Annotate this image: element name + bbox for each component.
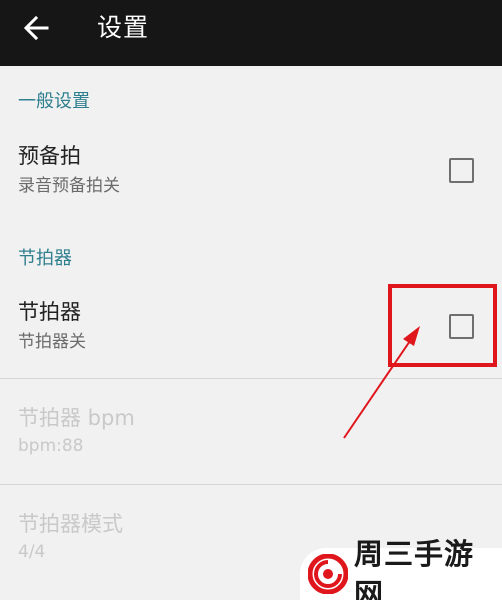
pref-bpm-title: 节拍器 bpm [18, 406, 135, 430]
count-in-checkbox[interactable] [449, 158, 474, 183]
swirl-logo-icon [307, 553, 349, 595]
section-header-general: 一般设置 [18, 91, 90, 112]
pref-metronome-summary: 节拍器关 [18, 332, 86, 352]
watermark: 周三手游网 [300, 537, 502, 600]
divider [0, 378, 502, 379]
pref-bpm-summary: bpm:88 [18, 436, 84, 456]
watermark-text: 周三手游网 [354, 537, 475, 600]
pref-metronome-title: 节拍器 [18, 300, 81, 324]
pref-mode-title: 节拍器模式 [18, 512, 123, 536]
highlight-box [388, 284, 497, 367]
app-toolbar: 设置 [0, 0, 502, 66]
pref-metronome-bpm: 节拍器 bpm bpm:88 [0, 398, 502, 470]
settings-screen: 设置 一般设置 预备拍 录音预备拍关 节拍器 节拍器 节拍器关 节拍器 bpm … [0, 0, 502, 600]
section-header-metronome: 节拍器 [18, 248, 72, 269]
page-title: 设置 [97, 13, 150, 42]
back-button[interactable] [14, 8, 58, 52]
pref-count-in[interactable]: 预备拍 录音预备拍关 [0, 136, 502, 212]
pref-mode-summary: 4/4 [18, 542, 46, 562]
pref-count-in-title: 预备拍 [18, 144, 81, 168]
arrow-back-icon [23, 15, 49, 45]
divider [0, 484, 502, 485]
pref-count-in-summary: 录音预备拍关 [18, 176, 120, 196]
